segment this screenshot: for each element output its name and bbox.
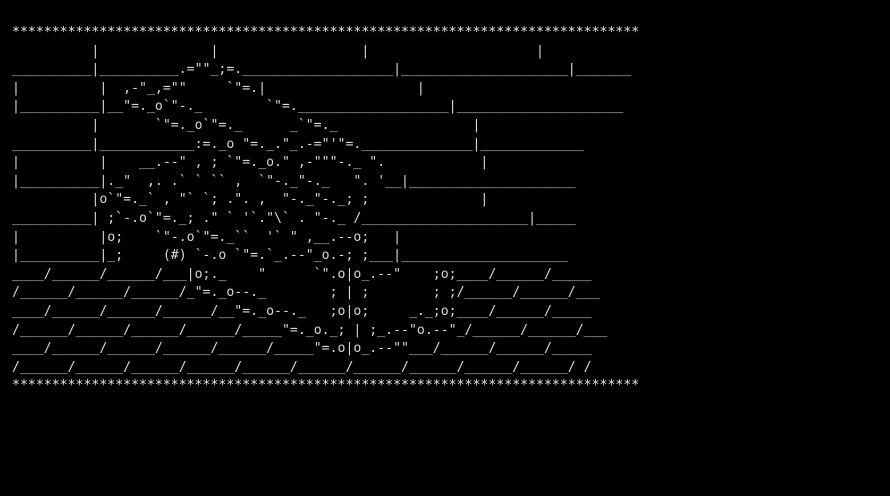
top-star-border: ****************************************… [12,25,640,40]
bottom-star-border: ****************************************… [12,378,640,394]
ascii-art-body: | | | | __________|__________.=""_;=.___… [12,43,632,375]
ascii-art-canvas: ****************************************… [12,24,639,396]
terminal-screen: ****************************************… [0,0,890,496]
